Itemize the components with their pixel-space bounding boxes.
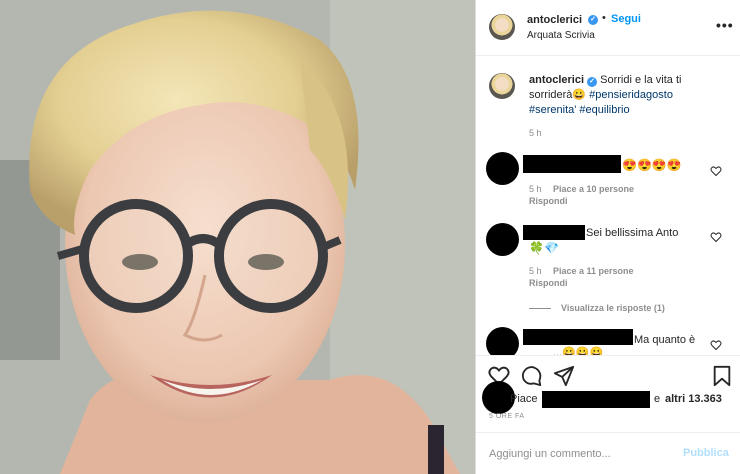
likes-prefix: Piace: [510, 393, 538, 405]
verified-badge-icon: ✓: [587, 77, 598, 87]
caption-username[interactable]: antoclerici: [529, 74, 584, 86]
add-comment-input[interactable]: [489, 445, 674, 463]
comment-text: Ma quanto è: [634, 334, 696, 346]
comment-composer: Pubblica: [476, 432, 740, 474]
post-time-ago[interactable]: 5 ORE FA: [489, 413, 525, 420]
hashtag-link[interactable]: #equilibrio: [579, 104, 629, 116]
like-comment-heart-icon[interactable]: [710, 231, 722, 243]
verified-badge-icon: ✓: [588, 15, 598, 25]
likes-others-count[interactable]: altri 13.363: [665, 393, 722, 405]
publish-button[interactable]: Pubblica: [683, 447, 729, 459]
comment-timestamp: 5 h: [529, 266, 542, 276]
hashtag-link[interactable]: #serenita': [529, 104, 576, 116]
more-options-icon[interactable]: •••: [716, 17, 734, 33]
comment-icon[interactable]: [521, 365, 543, 387]
view-replies-button[interactable]: Visualizza le risposte (1): [529, 303, 665, 313]
post-header: antoclerici ✓ • Segui Arquata Scrivia ••…: [476, 0, 740, 56]
comment-likes-count[interactable]: Piace a 11 persone: [553, 266, 634, 276]
hashtag-link[interactable]: #pensieridagosto: [589, 89, 673, 101]
redacted-username: [redacted]: [523, 329, 633, 345]
post-action-bar: [476, 355, 740, 395]
redacted-username: [redacted]: [523, 225, 585, 240]
like-comment-heart-icon[interactable]: [710, 339, 722, 351]
reply-button[interactable]: Rispondi: [529, 196, 568, 206]
caption-author-avatar[interactable]: [489, 73, 515, 99]
caption-timestamp: 5 h: [529, 128, 542, 138]
like-comment-heart-icon[interactable]: [710, 165, 722, 177]
separator-dot: •: [602, 12, 606, 24]
post-side-panel: antoclerici ✓ • Segui Arquata Scrivia ••…: [475, 0, 740, 474]
comment-avatar[interactable]: [486, 223, 519, 256]
share-icon[interactable]: [553, 365, 575, 387]
post-photo[interactable]: [0, 0, 475, 474]
comment-avatar[interactable]: [486, 152, 519, 185]
comment-timestamp: 5 h: [529, 184, 542, 194]
likes-connector: e: [654, 393, 661, 405]
comment-text-emoji: 🍀💎: [529, 241, 559, 255]
author-avatar[interactable]: [489, 14, 515, 40]
post-location[interactable]: Arquata Scrivia: [527, 30, 595, 41]
reply-button[interactable]: Rispondi: [529, 278, 568, 288]
post-caption: antoclerici ✓ Sorridi e la vita ti sorri…: [529, 73, 701, 118]
author-username[interactable]: antoclerici: [527, 14, 582, 26]
follow-button[interactable]: Segui: [611, 13, 641, 25]
portrait-image: [0, 0, 475, 474]
redacted-username: [redacted]: [523, 155, 621, 173]
comment-likes-count[interactable]: Piace a 10 persone: [553, 184, 634, 194]
redacted-liker-username: [542, 391, 650, 408]
likes-summary[interactable]: Piace: [510, 393, 538, 405]
bookmark-icon[interactable]: [711, 365, 733, 387]
comment-text: Sei bellissima Anto: [586, 227, 679, 239]
comment-text: 😍😍😍😍: [622, 158, 682, 172]
